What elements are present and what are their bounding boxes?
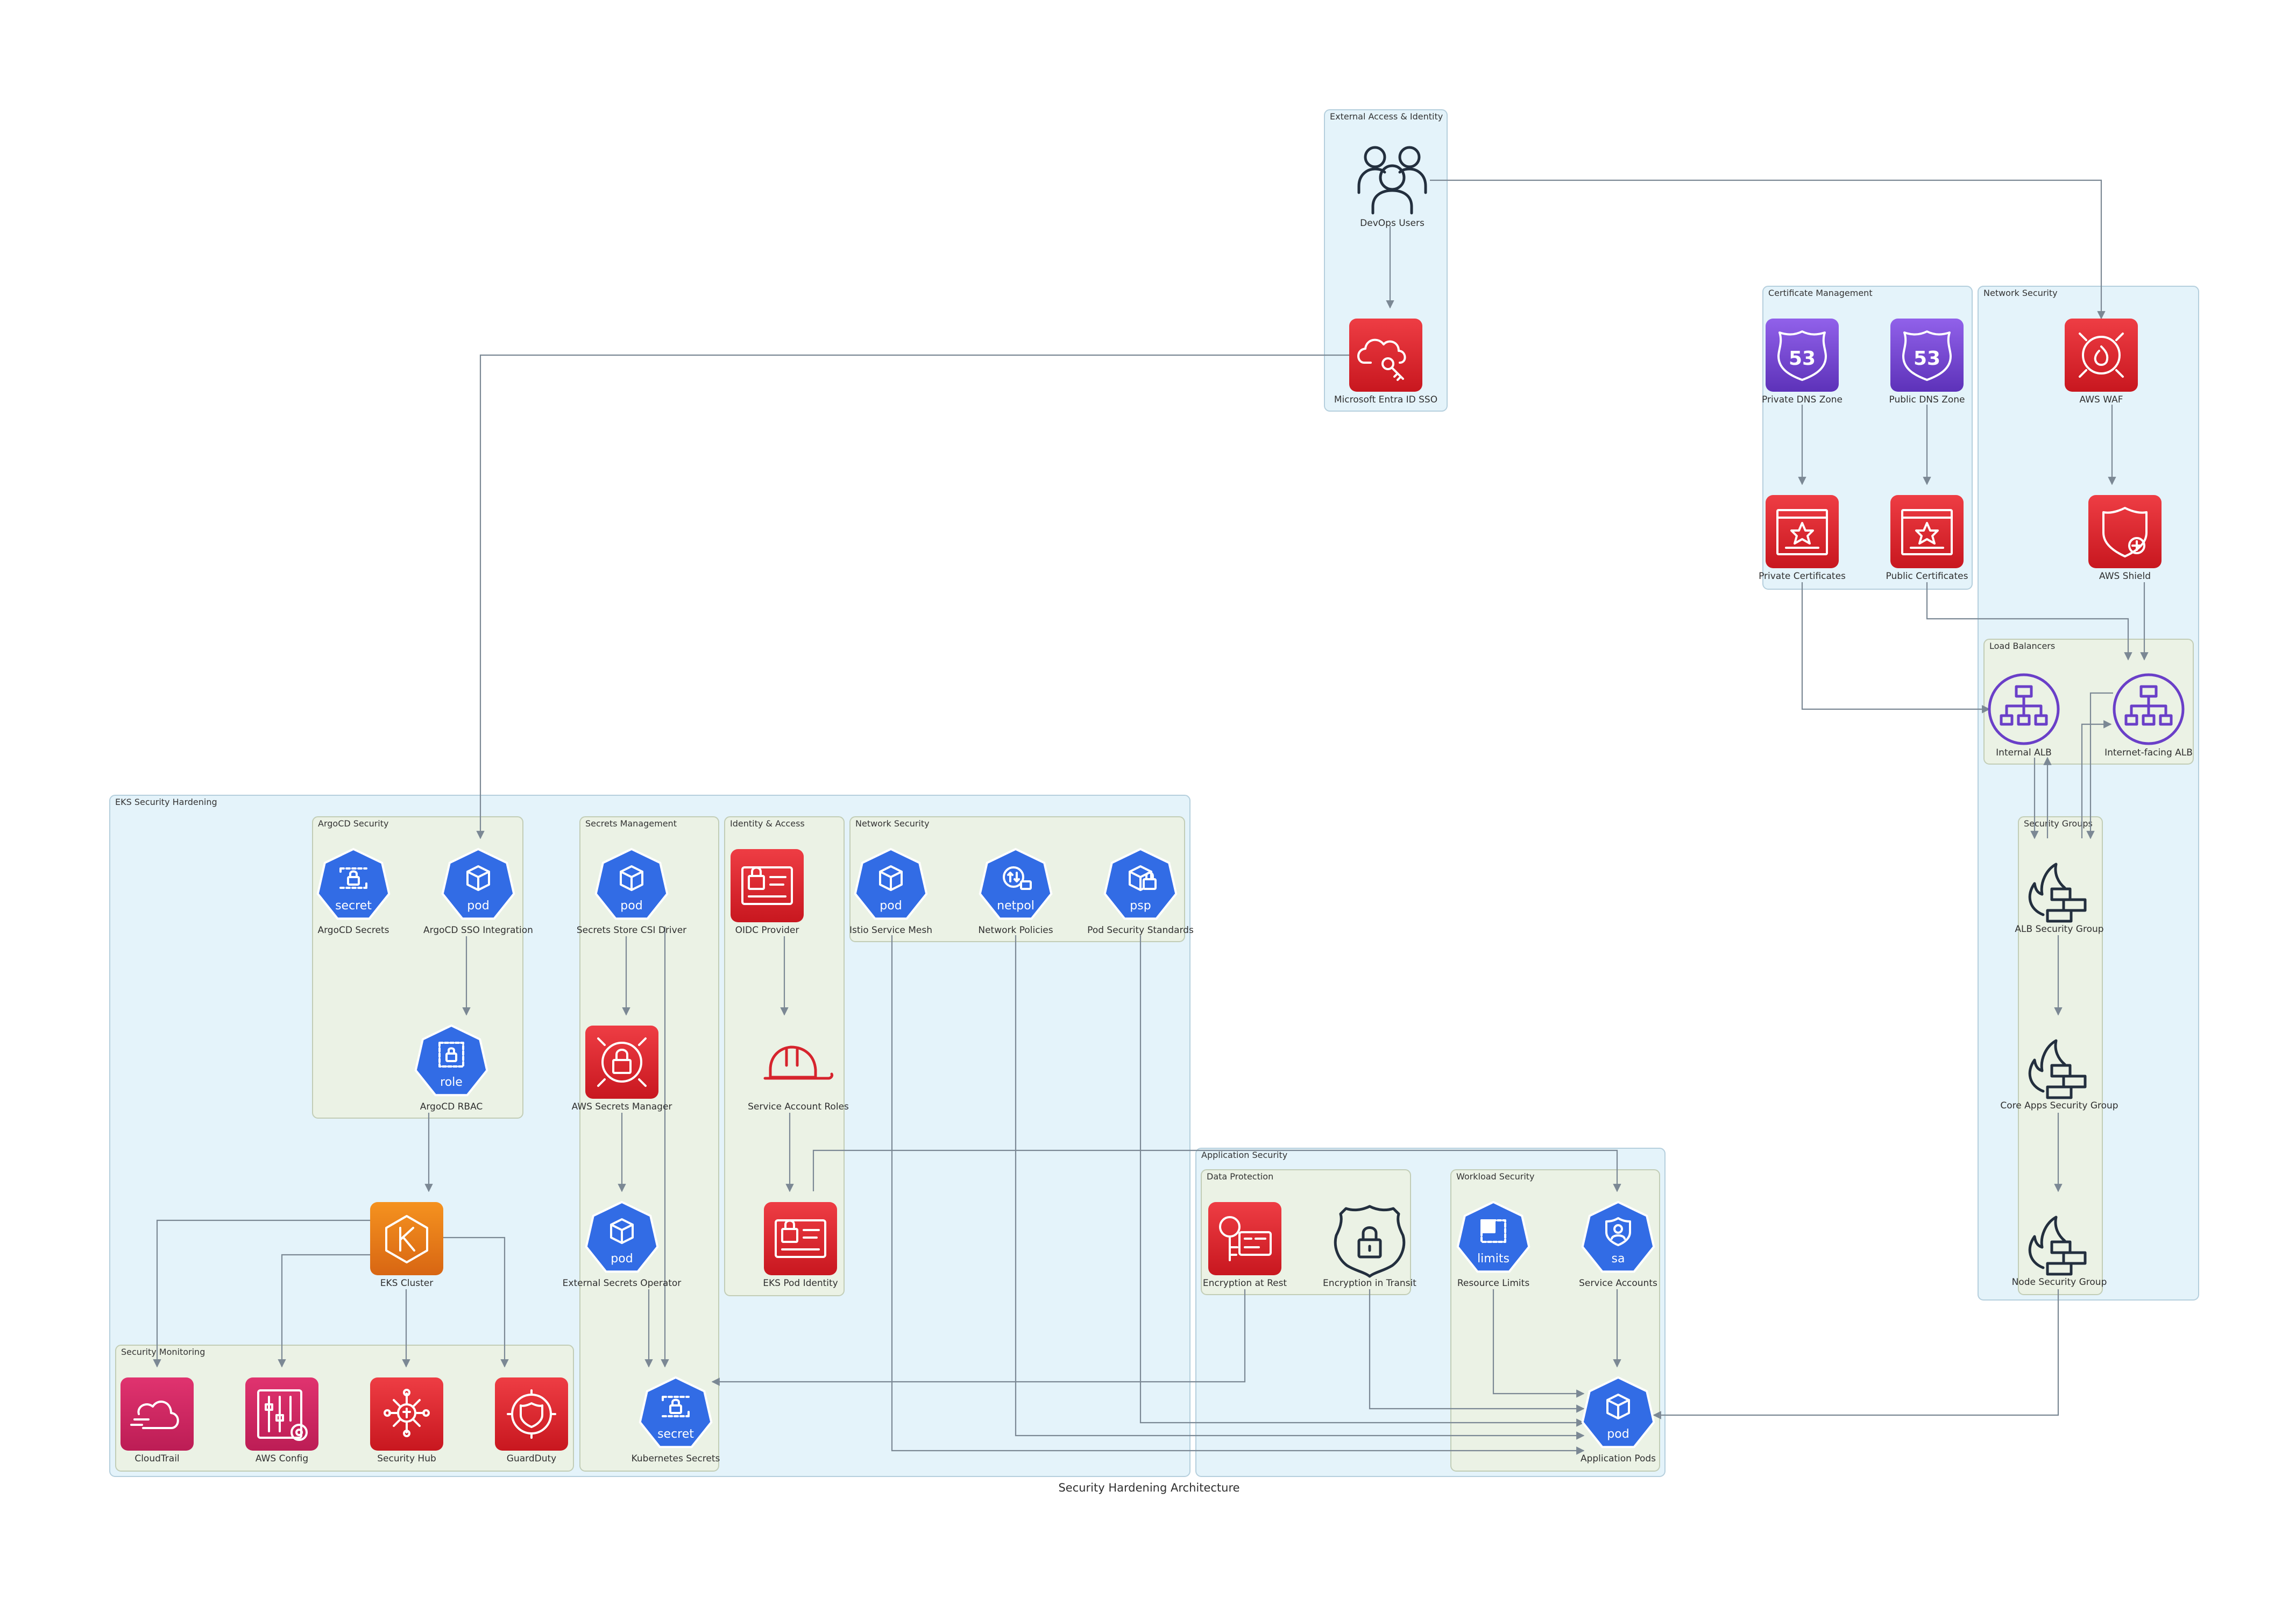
node-label-alb-sg: ALB Security Group	[2015, 924, 2103, 935]
node-label-public-certs: Public Certificates	[1886, 571, 1968, 582]
node-label-oidc: OIDC Provider	[735, 925, 799, 936]
cloud-key-icon	[1349, 319, 1422, 392]
node-label-aws-shield: AWS Shield	[2099, 571, 2151, 582]
node-label-core-sg: Core Apps Security Group	[2000, 1100, 2118, 1111]
node-label-secrets-manager: AWS Secrets Manager	[572, 1101, 672, 1112]
node-label-aws-waf: AWS WAF	[2080, 394, 2123, 405]
node-label-entra-sso: Microsoft Entra ID SSO	[1334, 394, 1437, 405]
node-label-service-accounts: Service Accounts	[1579, 1278, 1657, 1289]
node-label-istio: Istio Service Mesh	[849, 925, 932, 936]
node-label-sa-roles: Service Account Roles	[748, 1101, 849, 1112]
node-label-app-pods: Application Pods	[1581, 1453, 1656, 1464]
node-label-csi-driver: Secrets Store CSI Driver	[577, 925, 686, 936]
node-label-pod-identity: EKS Pod Identity	[763, 1278, 838, 1289]
node-label-devops-users: DevOps Users	[1360, 218, 1425, 229]
node-label-enc-rest: Encryption at Rest	[1203, 1278, 1287, 1289]
k8s-badge-text: netpol	[997, 899, 1034, 913]
k8s-badge-text: pod	[1607, 1428, 1629, 1441]
cluster-title-secrets: Secrets Management	[585, 818, 677, 829]
node-label-public-dns: Public DNS Zone	[1889, 394, 1965, 405]
cluster-title-argocd: ArgoCD Security	[318, 818, 388, 829]
cluster-title-workload: Workload Security	[1456, 1171, 1535, 1182]
node-label-netpol: Network Policies	[978, 925, 1053, 936]
svg-text:53: 53	[1914, 348, 1940, 370]
k8s-badge-text: secret	[657, 1428, 694, 1441]
node-label-cloudtrail: CloudTrail	[134, 1453, 179, 1464]
edge-sso-to-argocd-sso	[476, 354, 1349, 839]
cluster-load-balancers	[1983, 639, 2194, 765]
k8s-badge-text: pod	[880, 899, 902, 913]
node-label-ext-secrets: External Secrets Operator	[563, 1278, 682, 1289]
edge-node-sg-to-app-pods	[1653, 1289, 2059, 1419]
cluster-title-lb: Load Balancers	[1989, 641, 2055, 651]
cluster-title-netsec-outer: Network Security	[1983, 288, 2058, 298]
node-label-k8s-secrets: Kubernetes Secrets	[632, 1453, 720, 1464]
architecture-diagram: External Access & Identity Certificate M…	[109, 109, 2199, 1494]
diagram-title: Security Hardening Architecture	[1058, 1481, 1239, 1494]
eks-icon	[370, 1202, 443, 1275]
node-label-aws-config: AWS Config	[256, 1453, 308, 1464]
cluster-title-external: External Access & Identity	[1330, 111, 1443, 122]
node-label-argocd-sso: ArgoCD SSO Integration	[423, 925, 533, 936]
edge-private-certs-to-internal-alb	[1801, 582, 1990, 713]
waf-icon	[2065, 319, 2138, 392]
k8s-badge-text: limits	[1477, 1252, 1510, 1266]
node-label-enc-transit: Encryption in Transit	[1323, 1278, 1416, 1289]
cluster-title-dataprot: Data Protection	[1207, 1171, 1273, 1182]
secrets-manager-icon	[585, 1026, 658, 1099]
k8s-badge-text: secret	[335, 899, 372, 913]
node-label-resource-limits: Resource Limits	[1457, 1278, 1530, 1289]
cluster-title-appsec: Application Security	[1201, 1150, 1287, 1160]
node-label-security-hub: Security Hub	[377, 1453, 436, 1464]
k8s-badge-text: psp	[1130, 899, 1151, 913]
node-label-eks-cluster: EKS Cluster	[380, 1278, 433, 1289]
guardduty-icon	[495, 1377, 568, 1451]
cluster-title-identity: Identity & Access	[730, 818, 805, 829]
svg-text:53: 53	[1789, 348, 1816, 370]
k8s-badge-text: pod	[620, 899, 642, 913]
node-label-node-sg: Node Security Group	[2012, 1277, 2107, 1288]
node-label-guardduty: GuardDuty	[507, 1453, 556, 1464]
cloudtrail-icon	[121, 1377, 194, 1451]
cluster-title-netsec-inner: Network Security	[855, 818, 930, 829]
node-label-private-dns: Private DNS Zone	[1762, 394, 1843, 405]
node-label-argocd-secrets: ArgoCD Secrets	[317, 925, 389, 936]
cluster-title-cert: Certificate Management	[1768, 288, 1873, 298]
k8s-badge-text: pod	[467, 899, 489, 913]
node-label-private-certs: Private Certificates	[1759, 571, 1846, 582]
node-label-pss: Pod Security Standards	[1087, 925, 1194, 936]
node-label-internet-alb: Internet-facing ALB	[2104, 747, 2193, 758]
node-label-argocd-rbac: ArgoCD RBAC	[420, 1101, 483, 1112]
cluster-title-eks: EKS Security Hardening	[115, 797, 217, 807]
k8s-badge-text: role	[440, 1076, 463, 1089]
k8s-badge-text: pod	[611, 1252, 633, 1266]
k8s-badge-text: sa	[1612, 1252, 1625, 1266]
node-label-internal-alb: Internal ALB	[1996, 747, 2052, 758]
cluster-title-monitoring: Security Monitoring	[121, 1347, 205, 1357]
